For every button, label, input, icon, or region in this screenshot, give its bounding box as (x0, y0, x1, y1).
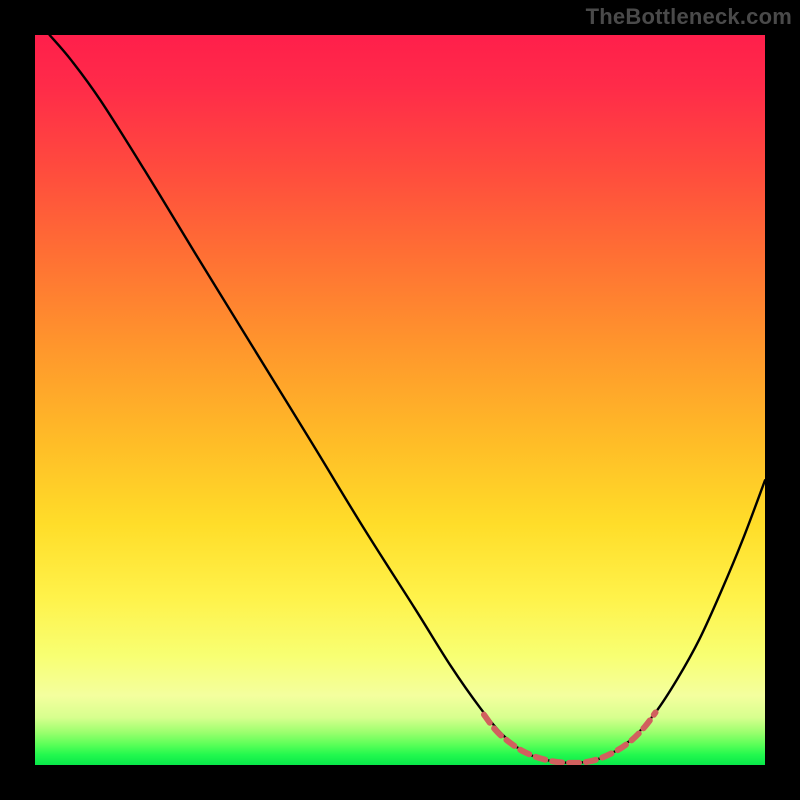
gradient-background (35, 35, 765, 765)
chart-frame: TheBottleneck.com (0, 0, 800, 800)
watermark-text: TheBottleneck.com (586, 4, 792, 30)
bottleneck-plot (0, 0, 800, 800)
